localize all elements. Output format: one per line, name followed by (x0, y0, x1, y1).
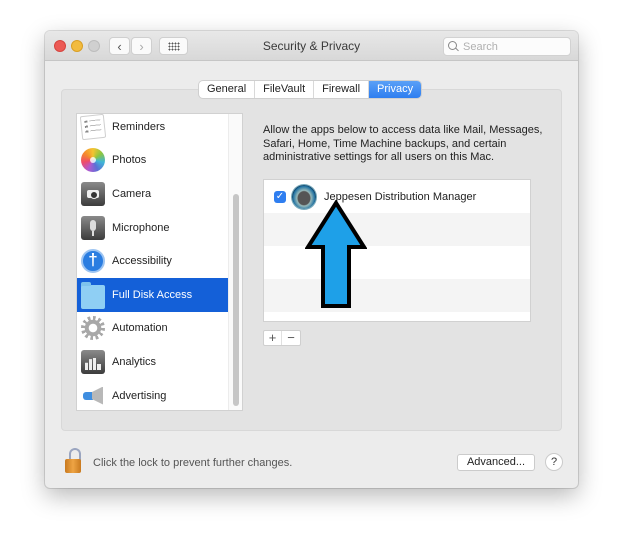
title-bar: ‹ › Security & Privacy (45, 31, 578, 61)
folder-icon (81, 281, 105, 309)
sidebar-item-label: Microphone (112, 221, 170, 234)
sidebar-item-microphone[interactable]: Microphone (77, 211, 229, 245)
sidebar-item-label: Camera (112, 187, 152, 200)
sidebar-item-label: Photos (112, 154, 147, 167)
accessibility-icon (81, 249, 105, 274)
sidebar-item-label: Full Disk Access (112, 288, 193, 301)
tab-general[interactable]: General (199, 81, 256, 98)
up-arrow-icon (305, 200, 367, 308)
padlock-icon (65, 459, 81, 473)
sidebar-item-analytics[interactable]: Analytics (77, 345, 229, 379)
sidebar-item-label: Analytics (112, 355, 157, 368)
add-app-button[interactable]: + (264, 331, 282, 345)
sidebar-scrollbar[interactable] (228, 114, 242, 410)
lock-status-text: Click the lock to prevent further change… (93, 457, 293, 469)
gear-icon (81, 316, 105, 341)
tab-filevault[interactable]: FileVault (255, 81, 315, 98)
sidebar-item-photos[interactable]: Photos (77, 144, 229, 178)
empty-row (264, 279, 530, 312)
sidebar-item-camera[interactable]: Camera (77, 177, 229, 211)
tab-privacy[interactable]: Privacy (369, 81, 422, 98)
sidebar-item-advertising[interactable]: Advertising (77, 379, 229, 410)
search-input[interactable] (463, 40, 563, 53)
tab-bar: General FileVault Firewall Privacy (199, 81, 422, 98)
privacy-category-list: Reminders Photos Camera Microphone Acces… (76, 113, 243, 411)
search-icon (448, 41, 459, 52)
sidebar-item-label: Automation (112, 322, 168, 335)
sidebar-item-label: Reminders (112, 120, 166, 133)
add-remove-control: + − (263, 330, 301, 346)
app-row[interactable]: ✓ Jeppesen Distribution Manager (264, 180, 530, 213)
photos-icon (81, 148, 105, 173)
advanced-button[interactable]: Advanced... (457, 454, 535, 471)
empty-row (264, 213, 530, 246)
sidebar-item-reminders[interactable]: Reminders (77, 114, 229, 144)
megaphone-icon (81, 384, 105, 408)
app-enable-checkbox[interactable]: ✓ (274, 190, 286, 203)
reminders-icon (79, 114, 107, 140)
tab-firewall[interactable]: Firewall (314, 81, 370, 98)
sidebar-item-label: Accessibility (112, 255, 172, 268)
privacy-description: Allow the apps below to access data like… (263, 124, 543, 163)
sidebar-item-automation[interactable]: Automation (77, 312, 229, 346)
sidebar-item-full-disk-access[interactable]: Full Disk Access (77, 277, 229, 312)
annotation-arrow (305, 200, 367, 308)
sidebar-item-accessibility[interactable]: Accessibility (77, 244, 229, 278)
camera-icon (81, 181, 105, 206)
app-list: ✓ Jeppesen Distribution Manager (263, 179, 531, 322)
scrollbar-thumb[interactable] (233, 194, 239, 406)
sidebar-item-label: Advertising (112, 389, 167, 402)
microphone-icon (81, 215, 105, 240)
empty-row (264, 246, 530, 279)
help-button[interactable]: ? (545, 453, 563, 471)
analytics-icon (81, 349, 105, 374)
lock-button[interactable] (63, 448, 85, 474)
search-field[interactable] (443, 37, 571, 56)
remove-app-button[interactable]: − (282, 331, 300, 345)
